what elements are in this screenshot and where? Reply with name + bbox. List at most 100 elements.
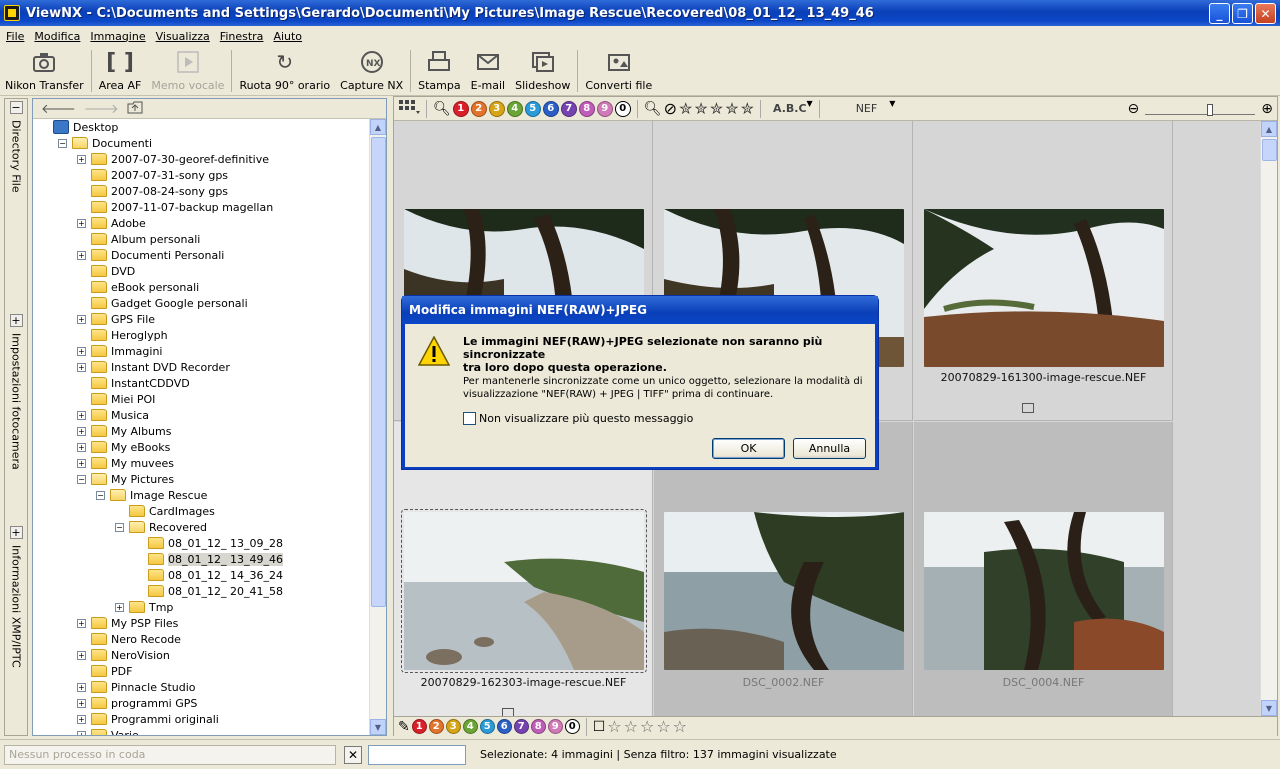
memo-vocale-button[interactable]: Memo vocale	[146, 46, 229, 96]
slider-handle[interactable]	[1207, 103, 1214, 116]
capture-nx-button[interactable]: NX Capture NX	[335, 46, 408, 96]
tree-node[interactable]: − Recovered	[33, 519, 369, 535]
tree-node[interactable]: + Pinnacle Studio	[33, 679, 369, 695]
color-label-8[interactable]: 8	[530, 719, 546, 734]
expand-node-icon[interactable]: +	[77, 346, 86, 356]
dont-show-again-checkbox[interactable]	[463, 412, 476, 425]
menu-file[interactable]: File	[6, 30, 24, 43]
tree-node[interactable]: +2007-07-30-georef-definitive	[33, 151, 369, 167]
up-folder-icon[interactable]	[127, 100, 143, 118]
expand-node-icon[interactable]: +	[77, 442, 86, 452]
color-label-5[interactable]: 5	[524, 100, 541, 117]
color-label-7[interactable]: 7	[513, 719, 529, 734]
tree-node[interactable]: − Documenti	[33, 135, 369, 151]
rating-star-icon[interactable]: ☆	[673, 717, 687, 736]
expand-node-icon[interactable]: +	[77, 714, 86, 724]
color-label-3[interactable]: 3	[488, 100, 505, 117]
photo-thumbnail[interactable]	[401, 509, 647, 673]
tree-node[interactable]: + NeroVision	[33, 647, 369, 663]
color-label-1[interactable]: 1	[452, 100, 469, 117]
scroll-down-icon[interactable]: ▼	[1261, 700, 1277, 716]
rating-star-icon[interactable]: ☆	[607, 717, 621, 736]
expand-node-icon[interactable]: +	[77, 314, 86, 324]
tree-node[interactable]: Album personali	[33, 231, 369, 247]
zoom-out-icon[interactable]: ⊖	[1128, 101, 1140, 117]
converti-button[interactable]: Converti file	[580, 46, 657, 96]
grid-view-icon[interactable]	[398, 99, 420, 118]
tree-node[interactable]: Gadget Google personali	[33, 295, 369, 311]
rating-star-icon[interactable]: ✮	[741, 99, 754, 118]
expand-node-icon[interactable]: +	[77, 458, 86, 468]
tree-node[interactable]: 08_01_12_ 13_09_28	[33, 535, 369, 551]
scroll-up-icon[interactable]: ▲	[370, 119, 386, 135]
scroll-thumb[interactable]	[371, 137, 386, 607]
tree-node[interactable]: 08_01_12_ 13_49_46	[33, 551, 369, 567]
tree-node[interactable]: PDF	[33, 663, 369, 679]
color-label-2[interactable]: 2	[428, 719, 444, 734]
tree-node[interactable]: + Varie	[33, 727, 369, 735]
color-label-9[interactable]: 9	[547, 719, 563, 734]
tree-node[interactable]: + Musica	[33, 407, 369, 423]
tree-node[interactable]: Miei POI	[33, 391, 369, 407]
color-label-2[interactable]: 2	[470, 100, 487, 117]
tree-node[interactable]: + Immagini	[33, 343, 369, 359]
sort-dropdown-icon[interactable]: ▼	[807, 99, 813, 108]
file-type-filter[interactable]: NEF	[826, 102, 918, 115]
expand-node-icon[interactable]: +	[77, 650, 86, 660]
color-label-4[interactable]: 4	[462, 719, 478, 734]
maximize-button[interactable]: ❐	[1232, 3, 1253, 24]
color-label-4[interactable]: 4	[506, 100, 523, 117]
photo-thumbnail[interactable]	[924, 512, 1164, 670]
tab-impostazioni-fotocamera[interactable]: + Impostazioni fotocamera	[5, 312, 27, 470]
expand-node-icon[interactable]: +	[77, 410, 86, 420]
clear-rating-icon[interactable]: ☐	[593, 719, 606, 735]
collapse-node-icon[interactable]: −	[115, 522, 124, 532]
rating-filter-icon[interactable]: 🔍︎	[644, 101, 662, 117]
viewer-scrollbar[interactable]: ▲ ▼	[1260, 121, 1277, 716]
menu-finestra[interactable]: Finestra	[220, 30, 264, 43]
tree-node[interactable]: + My PSP Files	[33, 615, 369, 631]
menu-immagine[interactable]: Immagine	[90, 30, 145, 43]
dont-show-again-option[interactable]: Non visualizzare più questo messaggio	[463, 412, 693, 425]
stampa-button[interactable]: Stampa	[413, 46, 465, 96]
color-label-6[interactable]: 6	[542, 100, 559, 117]
cancel-process-button[interactable]: ✕	[344, 745, 362, 764]
expand-node-icon[interactable]: +	[77, 154, 86, 164]
color-label-0[interactable]: 0	[564, 719, 580, 734]
tree-node[interactable]: Heroglyph	[33, 327, 369, 343]
tree-node[interactable]: + programmi GPS	[33, 695, 369, 711]
tab-directory-file[interactable]: − Directory File	[5, 99, 27, 193]
tree-node[interactable]: 08_01_12_ 20_41_58	[33, 583, 369, 599]
tree-node[interactable]: + Documenti Personali	[33, 247, 369, 263]
expand-node-icon[interactable]: +	[77, 362, 86, 372]
tree-node[interactable]: + My muvees	[33, 455, 369, 471]
tree-node[interactable]: DVD	[33, 263, 369, 279]
tree-node[interactable]: + Adobe	[33, 215, 369, 231]
color-label-0[interactable]: 0	[614, 100, 631, 117]
collapse-node-icon[interactable]: −	[96, 490, 105, 500]
zoom-in-icon[interactable]: ⊕	[1261, 101, 1273, 117]
tree-node[interactable]: + GPS File	[33, 311, 369, 327]
collapse-icon[interactable]: −	[9, 101, 23, 114]
menu-visualizza[interactable]: Visualizza	[156, 30, 210, 43]
rating-star-icon[interactable]: ☆	[640, 717, 654, 736]
expand-icon[interactable]: +	[9, 314, 23, 327]
tree-node[interactable]: + Instant DVD Recorder	[33, 359, 369, 375]
thumbnail-cell[interactable]: DSC_0004.NEF	[914, 422, 1173, 716]
area-af-button[interactable]: [ ] Area AF	[94, 46, 147, 96]
tab-informazioni-xmp[interactable]: + Informazioni XMP/IPTC	[5, 524, 27, 668]
ruota-button[interactable]: ↻ Ruota 90° orario	[234, 46, 335, 96]
status-input-field[interactable]	[368, 744, 466, 765]
minimize-button[interactable]: _	[1209, 3, 1230, 24]
file-type-dropdown-icon[interactable]: ▼	[889, 99, 895, 108]
tree-node[interactable]: 2007-07-31-sony gps	[33, 167, 369, 183]
tree-node[interactable]: 2007-11-07-backup magellan	[33, 199, 369, 215]
tree-node[interactable]: + Tmp	[33, 599, 369, 615]
email-button[interactable]: E-mail	[466, 46, 511, 96]
rating-star-icon[interactable]: ✮	[710, 99, 723, 118]
expand-node-icon[interactable]: +	[77, 730, 86, 735]
tree-node[interactable]: + My Albums	[33, 423, 369, 439]
rating-star-icon[interactable]: ✮	[694, 99, 707, 118]
slideshow-button[interactable]: Slideshow	[510, 46, 575, 96]
thumbnail-size-slider[interactable]	[1145, 103, 1256, 116]
